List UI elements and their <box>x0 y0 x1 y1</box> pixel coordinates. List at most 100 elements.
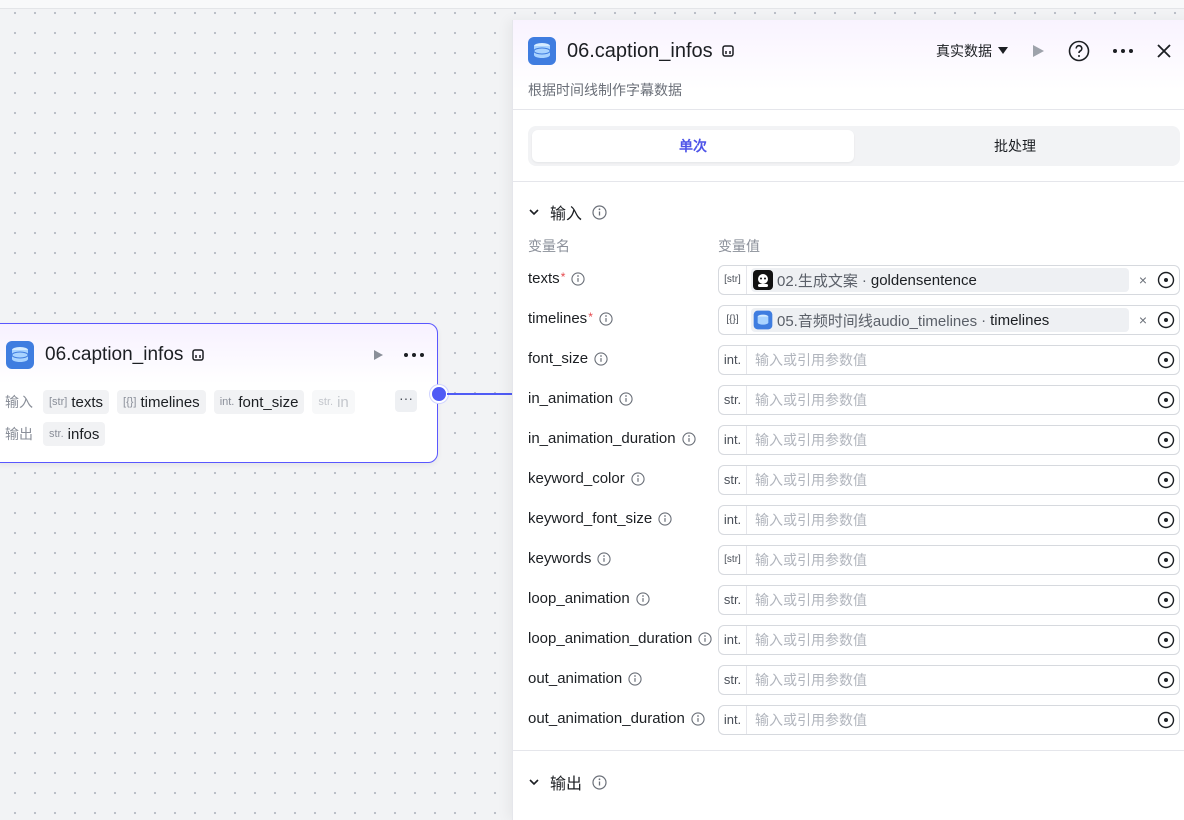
reference-picker-icon[interactable] <box>1153 471 1179 489</box>
param-name-label: keyword_font_size <box>528 510 653 527</box>
param-row-keywords: keywords [str] 输入或引用参数值 <box>528 545 1180 575</box>
input-section-header[interactable]: 输入 <box>528 200 607 224</box>
type-tag: int. <box>719 706 747 734</box>
type-tag: str. <box>719 666 747 694</box>
help-icon[interactable] <box>1068 40 1090 62</box>
reference-picker-icon[interactable] <box>1153 391 1179 409</box>
run-node-button[interactable] <box>371 348 385 362</box>
more-options-icon[interactable] <box>1112 48 1134 54</box>
info-icon <box>571 271 585 286</box>
param-row-in-animation: in_animation str. 输入或引用参数值 <box>528 385 1180 415</box>
output-section-title: 输出 <box>550 776 583 793</box>
node-title: 06.caption_infos <box>45 344 184 365</box>
param-value-input[interactable]: 输入或引用参数值 <box>747 390 1153 410</box>
type-tag: [str] <box>719 266 747 294</box>
param-value-field[interactable]: int. 输入或引用参数值 <box>718 625 1180 655</box>
info-icon <box>628 671 642 686</box>
node-input-chip: str. in <box>312 390 355 414</box>
reference-picker-icon[interactable] <box>1153 631 1179 649</box>
param-value-field[interactable]: str. 输入或引用参数值 <box>718 585 1180 615</box>
run-button[interactable] <box>1030 43 1046 59</box>
panel-description: 根据时间线制作字幕数据 <box>528 82 682 98</box>
reference-picker-icon[interactable] <box>1153 311 1179 329</box>
param-name: loop_animation_duration <box>528 630 712 647</box>
output-section-header[interactable]: 输出 <box>528 770 607 794</box>
col-name-header: 变量名 <box>528 238 570 254</box>
param-value-field[interactable]: str. 输入或引用参数值 <box>718 385 1180 415</box>
clear-icon[interactable]: × <box>1133 272 1153 288</box>
info-icon <box>597 551 611 566</box>
param-value-input[interactable]: 输入或引用参数值 <box>747 670 1153 690</box>
type-tag: str. <box>719 586 747 614</box>
param-row-loop-animation: loop_animation str. 输入或引用参数值 <box>528 585 1180 615</box>
reference-picker-icon[interactable] <box>1153 671 1179 689</box>
param-row-texts: texts * [str] 02.生成文案 · goldensentence × <box>528 265 1180 295</box>
reference-tag[interactable]: 05.音频时间线audio_timelines · timelines <box>751 308 1129 332</box>
reference-tag[interactable]: 02.生成文案 · goldensentence <box>751 268 1129 292</box>
param-value-input[interactable]: 输入或引用参数值 <box>747 510 1153 530</box>
reference-picker-icon[interactable] <box>1153 351 1179 369</box>
required-marker: * <box>588 310 593 324</box>
node-input-chip: [str] texts <box>43 390 110 414</box>
info-icon <box>658 511 672 526</box>
reference-field: goldensentence <box>870 271 977 289</box>
reference-field: timelines <box>990 311 1050 329</box>
tab-single[interactable]: 单次 <box>532 130 854 162</box>
caret-down-icon <box>998 47 1008 55</box>
tab-batch[interactable]: 批处理 <box>854 130 1176 162</box>
param-value-field[interactable]: [str] 02.生成文案 · goldensentence × <box>718 265 1180 295</box>
param-name-label: timelines <box>528 310 588 327</box>
param-name-label: font_size <box>528 350 589 367</box>
reference-picker-icon[interactable] <box>1153 551 1179 569</box>
node-output-port[interactable] <box>430 385 448 403</box>
data-mode-dropdown[interactable]: 真实数据 <box>936 41 1008 61</box>
database-icon <box>5 340 35 370</box>
info-icon <box>619 391 633 406</box>
param-value-field[interactable]: str. 输入或引用参数值 <box>718 665 1180 695</box>
more-options-icon[interactable] <box>403 352 425 358</box>
node-output-chip: str. infos <box>43 422 106 446</box>
panel-title: 06.caption_infos <box>567 39 713 62</box>
param-value-field[interactable]: int. 输入或引用参数值 <box>718 705 1180 735</box>
param-value-input[interactable]: 输入或引用参数值 <box>747 550 1153 570</box>
param-value-field[interactable]: int. 输入或引用参数值 <box>718 505 1180 535</box>
param-value-field[interactable]: int. 输入或引用参数值 <box>718 345 1180 375</box>
reference-picker-icon[interactable] <box>1153 271 1179 289</box>
param-row-font-size: font_size int. 输入或引用参数值 <box>528 345 1180 375</box>
info-icon <box>592 204 607 220</box>
data-mode-label: 真实数据 <box>936 43 992 59</box>
param-value-input[interactable]: 输入或引用参数值 <box>747 710 1153 730</box>
clear-icon[interactable]: × <box>1133 312 1153 328</box>
param-value-field[interactable]: str. 输入或引用参数值 <box>718 465 1180 495</box>
param-name-label: loop_animation <box>528 590 630 607</box>
param-value-input[interactable]: 输入或引用参数值 <box>747 350 1153 370</box>
node-input-chip: [{}] timelines <box>117 390 206 414</box>
connection-line <box>447 393 513 395</box>
reference-picker-icon[interactable] <box>1153 591 1179 609</box>
reference-picker-icon[interactable] <box>1153 711 1179 729</box>
more-inputs-button[interactable]: ··· <box>395 390 417 412</box>
param-row-keyword-font-size: keyword_font_size int. 输入或引用参数值 <box>528 505 1180 535</box>
close-icon[interactable] <box>1156 43 1172 59</box>
param-value-input[interactable]: 输入或引用参数值 <box>747 470 1153 490</box>
param-name-label: out_animation <box>528 670 623 687</box>
database-icon <box>753 310 773 330</box>
type-tag: int. <box>719 506 747 534</box>
reference-picker-icon[interactable] <box>1153 431 1179 449</box>
param-name-label: out_animation_duration <box>528 710 685 727</box>
param-value-input[interactable]: 输入或引用参数值 <box>747 430 1153 450</box>
node-input-label: 输入 <box>5 394 33 410</box>
workflow-node[interactable]: 06.caption_infos 输入 [str] texts [{}] timel… <box>0 323 438 463</box>
param-value-field[interactable]: int. 输入或引用参数值 <box>718 425 1180 455</box>
param-row-out-animation: out_animation str. 输入或引用参数值 <box>528 665 1180 695</box>
type-tag: str. <box>719 466 747 494</box>
param-value-input[interactable]: 输入或引用参数值 <box>747 630 1153 650</box>
type-tag: str. <box>719 386 747 414</box>
reference-picker-icon[interactable] <box>1153 511 1179 529</box>
reference-source: 05.音频时间线audio_timelines <box>777 312 978 330</box>
param-value-field[interactable]: [str] 输入或引用参数值 <box>718 545 1180 575</box>
param-name: in_animation_duration <box>528 430 696 447</box>
node-config-panel: 06.caption_infos 真实数据 根据时间线制作字幕数据 单次 批处理… <box>512 20 1184 820</box>
param-value-field[interactable]: [{}] 05.音频时间线audio_timelines · timelines × <box>718 305 1180 335</box>
param-value-input[interactable]: 输入或引用参数值 <box>747 590 1153 610</box>
